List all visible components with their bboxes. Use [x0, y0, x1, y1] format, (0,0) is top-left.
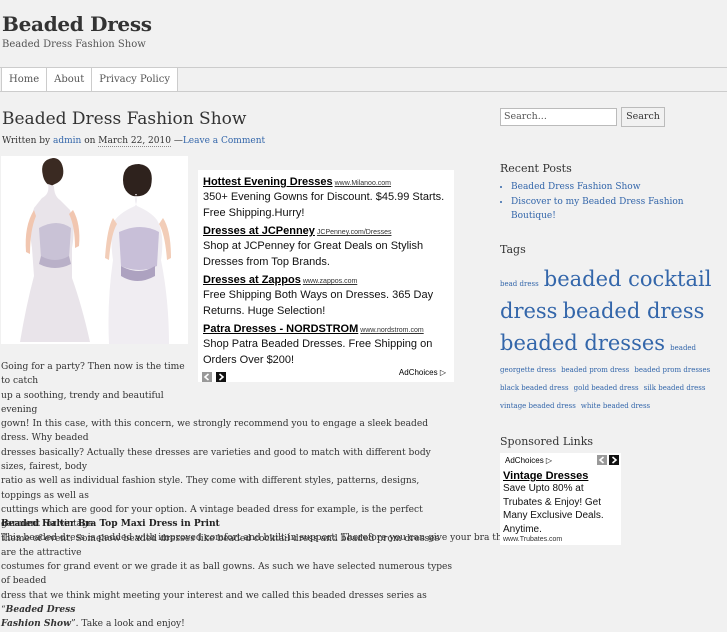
post-title[interactable]: Beaded Dress Fashion Show [2, 109, 246, 129]
sponsored-links-title: Sponsored Links [500, 435, 594, 448]
search-button[interactable]: Search [621, 107, 665, 127]
recent-post-link[interactable]: Beaded Dress Fashion Show [511, 180, 727, 195]
tag-link[interactable]: vintage beaded dress [500, 402, 576, 410]
ad-url[interactable]: www.Milanoo.com [335, 180, 391, 187]
sponsored-text: Save Upto 80% at Trubates & Enjoy! Get M… [503, 483, 604, 535]
ad-headline[interactable]: Patra Dresses - NORDSTROM [203, 323, 358, 335]
emphasis-text: Fashion Show [1, 618, 71, 630]
section-heading: Beaded Halter Bra Top Maxi Dress in Prin… [1, 518, 220, 529]
leave-comment-link[interactable]: Leave a Comment [183, 136, 265, 146]
section-text: This beaded dress is padded with improve… [1, 533, 508, 543]
ad-headline[interactable]: Hottest Evening Dresses [203, 176, 333, 188]
dress-photo-image [1, 156, 188, 344]
tag-cloud: bead dress beaded cocktail dress beaded … [500, 263, 722, 413]
search-input[interactable]: Search... [500, 108, 617, 126]
dress-photo [1, 156, 188, 344]
sponsored-headline[interactable]: Vintage Dresses [500, 470, 621, 482]
body-line: ratio as well as individual fashion styl… [1, 476, 420, 501]
recent-post-link[interactable]: Discover to my Beaded Dress Fashion Bout… [511, 195, 727, 224]
ad-url[interactable]: JCPenney.com/Dresses [317, 229, 392, 236]
ad-headline[interactable]: Dresses at Zappos [203, 274, 301, 286]
sponsored-ad[interactable]: AdChoices ▷ Vintage Dresses Save Upto 80… [500, 453, 621, 545]
meta-dash: — [173, 136, 183, 146]
body-line: costumes for grand event or we grade it … [1, 562, 453, 587]
meta-prefix: Written by [2, 136, 51, 146]
tag-link[interactable]: black beaded dress [500, 384, 569, 392]
post-meta: Written by admin on March 22, 2010 —Leav… [2, 136, 265, 147]
prev-arrow-icon[interactable] [596, 455, 607, 465]
tag-link[interactable]: beaded prom dress [561, 366, 629, 374]
body-line: up a soothing, trendy and beautiful even… [1, 390, 164, 415]
site-description: Beaded Dress Fashion Show [2, 39, 146, 50]
tag-link[interactable]: beaded dresses [500, 331, 665, 355]
ad-text: Free Shipping Both Ways on Dresses. 365 … [203, 289, 434, 317]
tag-link[interactable]: beaded prom dresses [634, 366, 710, 374]
tag-link[interactable]: white beaded dress [581, 402, 650, 410]
body-line: dresses basically? Actually these dresse… [1, 447, 431, 473]
post-date: March 22, 2010 [98, 136, 171, 147]
post-body: Going for a party? Then now is the time … [1, 360, 456, 632]
ad-text: 350+ Evening Gowns for Discount. $45.99 … [203, 191, 445, 219]
ad-block: Hottest Evening Dresses www.Milanoo.com 3… [198, 170, 454, 382]
site-title[interactable]: Beaded Dress [2, 12, 152, 36]
next-arrow-icon[interactable] [609, 455, 619, 465]
tag-link[interactable]: bead dress [500, 280, 539, 288]
ad-item[interactable]: Dresses at Zappos www.zappos.com Free Shi… [198, 270, 454, 319]
ad-text: Shop at JCPenney for Great Deals on Styl… [203, 240, 424, 268]
tag-link[interactable]: silk beaded dress [644, 384, 706, 392]
ad-headline[interactable]: Dresses at JCPenney [203, 225, 315, 237]
tag-link[interactable]: beaded dress [563, 299, 705, 323]
recent-posts-list: Beaded Dress Fashion Show Discover to my… [500, 180, 727, 224]
author-link[interactable]: admin [53, 136, 81, 146]
ad-url[interactable]: www.zappos.com [303, 278, 357, 285]
ad-url[interactable]: www.nordstrom.com [360, 327, 423, 334]
main-nav: Home About Privacy Policy [0, 67, 727, 92]
nav-item-about[interactable]: About [47, 68, 93, 91]
adchoices-icon: ▷ [545, 456, 553, 465]
body-line: Going for a party? Then now is the time … [1, 362, 185, 387]
sponsored-adchoices[interactable]: AdChoices ▷ [505, 456, 552, 465]
tags-title: Tags [500, 243, 526, 256]
sponsored-url[interactable]: www.Trubates.com [500, 536, 621, 543]
nav-item-privacy-policy[interactable]: Privacy Policy [92, 68, 179, 91]
body-line: dress that we think might meeting your i… [1, 589, 456, 618]
recent-posts-title: Recent Posts [500, 162, 572, 175]
tag-link[interactable]: gold beaded dress [574, 384, 639, 392]
nav-item-home[interactable]: Home [2, 68, 48, 91]
ad-item[interactable]: Dresses at JCPenney JCPenney.com/Dresses … [198, 221, 454, 270]
ad-item[interactable]: Hottest Evening Dresses www.Milanoo.com 3… [198, 170, 454, 221]
body-end: ”. Take a look and enjoy! [70, 619, 185, 630]
meta-on: on [84, 136, 96, 146]
sponsored-adchoices-label: AdChoices [505, 456, 544, 465]
emphasis-text: Beaded Dress [5, 604, 76, 616]
body-line: Fashion Show”. Take a look and enjoy! [1, 617, 456, 631]
body-line: gown! In this case, with this concern, w… [1, 419, 429, 444]
